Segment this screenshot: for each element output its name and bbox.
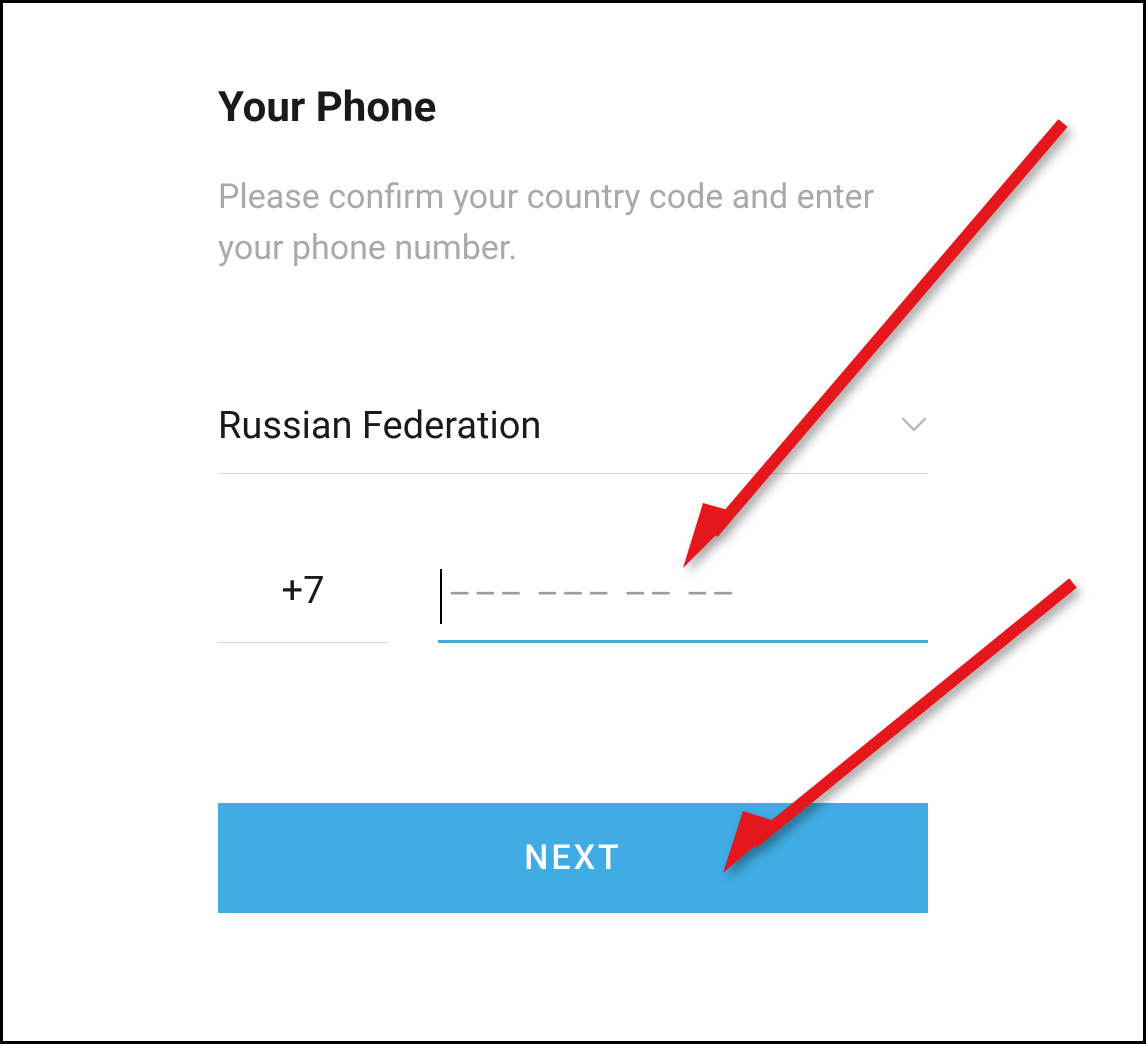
chevron-down-icon — [900, 415, 928, 437]
next-button[interactable]: NEXT — [218, 803, 928, 913]
phone-row: +7 ––– ––– –– –– — [218, 569, 928, 643]
phone-placeholder: ––– ––– –– –– — [438, 573, 737, 615]
phone-number-field[interactable]: ––– ––– –– –– — [438, 569, 928, 643]
text-caret — [440, 569, 442, 624]
country-code-field[interactable]: +7 — [218, 569, 388, 643]
country-code-value: +7 — [218, 569, 388, 613]
country-name-label: Russian Federation — [218, 404, 541, 448]
page-title: Your Phone — [218, 83, 928, 132]
page-subtitle: Please confirm your country code and ent… — [218, 172, 928, 274]
country-selector[interactable]: Russian Federation — [218, 404, 928, 474]
login-phone-container: Your Phone Please confirm your country c… — [3, 3, 1143, 913]
